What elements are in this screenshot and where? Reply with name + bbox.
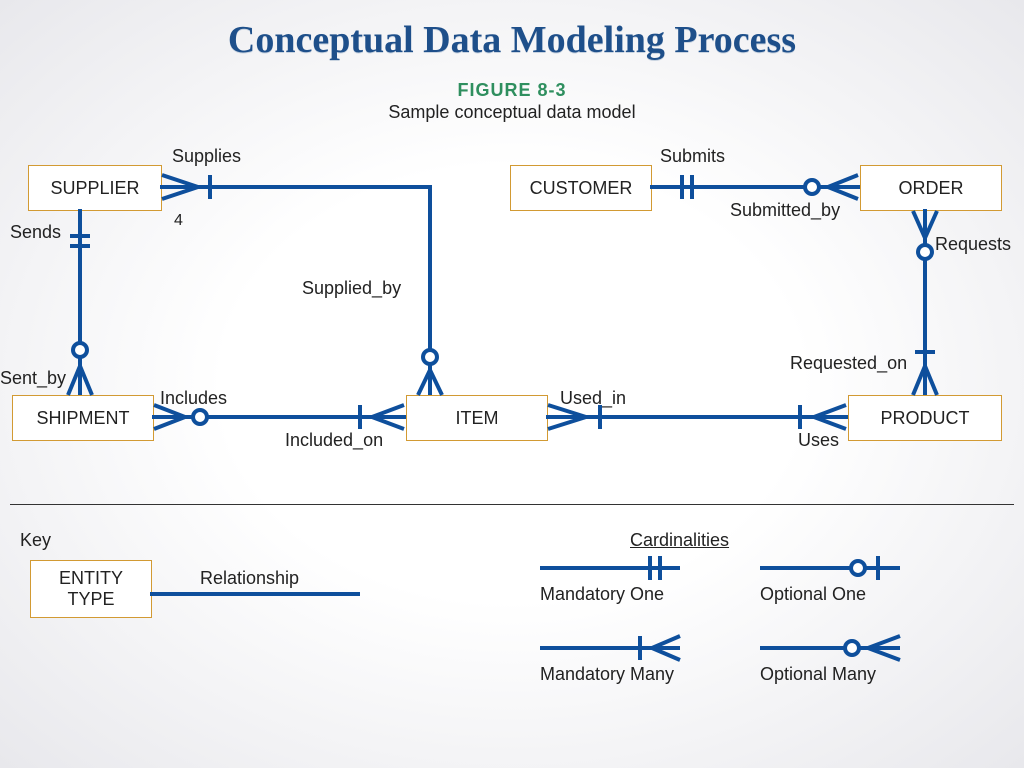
legend-optional-many: [760, 636, 900, 660]
diagram-stage: Conceptual Data Modeling Process FIGURE …: [0, 0, 1024, 768]
key-svg: [0, 0, 1024, 768]
legend-mandatory-many: [540, 636, 680, 660]
legend-mandatory-many-label: Mandatory Many: [540, 664, 674, 685]
legend-optional-many-label: Optional Many: [760, 664, 876, 685]
legend-mandatory-one-label: Mandatory One: [540, 584, 664, 605]
cardinalities-heading: Cardinalities: [630, 530, 729, 551]
legend-optional-one: [760, 556, 900, 580]
legend-mandatory-one: [540, 556, 680, 580]
legend-optional-one-label: Optional One: [760, 584, 866, 605]
